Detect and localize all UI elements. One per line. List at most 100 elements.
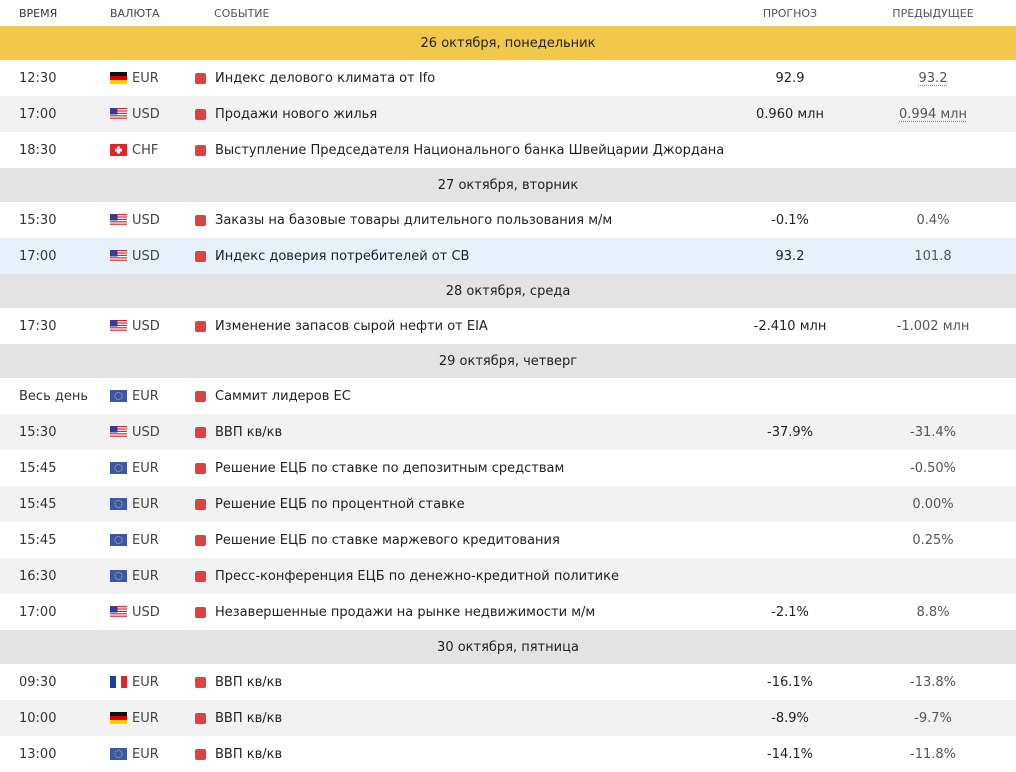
event-title[interactable]: Заказы на базовые товары длительного пол… [215,213,612,228]
high-importance-icon [195,676,206,688]
event-previous: 93.2 [850,71,1016,86]
event-title[interactable]: Незавершенные продажи на рынке недвижимо… [215,605,595,620]
currency-code: USD [132,318,160,334]
previous-value: 101.8 [914,248,952,264]
event-name: ВВП кв/кв [195,425,730,440]
event-currency: EUR [110,71,195,86]
event-currency: EUR [110,389,195,404]
event-name: Решение ЕЦБ по ставке маржевого кредитов… [195,533,730,548]
event-forecast: -8.9% [771,710,809,726]
event-forecast: -37.9% [767,424,813,440]
event-time: 13:00 [19,746,57,762]
previous-value[interactable]: 0.994 млн [899,107,967,122]
event-currency: EUR [110,533,195,548]
event-name: Выступление Председателя Национального б… [195,143,730,158]
event-previous: 101.8 [850,249,1016,264]
de-flag-icon [110,712,127,724]
event-forecast: 0.960 млн [756,106,824,122]
event-name: ВВП кв/кв [195,675,730,690]
event-row[interactable]: Весь день EUR Саммит лидеров ЕС [0,378,1016,414]
event-title[interactable]: Продажи нового жилья [215,107,377,122]
calendar-body: 26 октября, понедельник 12:30 EUR Индекс де… [0,26,1016,772]
event-row[interactable]: 12:30 EUR Индекс делового климата от Ifo 92… [0,60,1016,96]
event-previous: -11.8% [850,747,1016,762]
event-row[interactable]: 15:45 EUR Решение ЕЦБ по процентной ставке… [0,486,1016,522]
event-time: 15:45 [19,532,57,548]
event-row[interactable]: 16:30 EUR Пресс-конференция ЕЦБ по денежно… [0,558,1016,594]
event-title[interactable]: Решение ЕЦБ по процентной ставке [215,497,465,512]
event-title[interactable]: Решение ЕЦБ по ставке по депозитным сред… [215,461,564,476]
event-currency: USD [110,319,195,334]
event-name: Саммит лидеров ЕС [195,389,730,404]
previous-value: 8.8% [916,604,950,620]
event-row[interactable]: 13:00 EUR ВВП кв/кв -14.1% -11.8% [0,736,1016,772]
event-currency: EUR [110,461,195,476]
currency-code: EUR [132,746,159,762]
high-importance-icon [195,748,206,760]
previous-value[interactable]: 93.2 [919,71,948,86]
event-time: 17:30 [19,318,57,334]
event-time: 10:00 [19,710,57,726]
event-title[interactable]: Пресс-конференция ЕЦБ по денежно-кредитн… [215,569,619,584]
eu-flag-icon [110,498,127,510]
header-currency: ВАЛЮТА [110,6,160,20]
currency-code: EUR [132,532,159,548]
event-name: Решение ЕЦБ по ставке по депозитным сред… [195,461,730,476]
event-title[interactable]: ВВП кв/кв [215,425,282,440]
event-time: 12:30 [19,70,57,86]
fr-flag-icon [110,676,127,688]
event-title[interactable]: Изменение запасов сырой нефти от EIA [215,319,488,334]
event-row[interactable]: 15:45 EUR Решение ЕЦБ по ставке по депозит… [0,450,1016,486]
event-title[interactable]: Индекс доверия потребителей от CB [215,249,469,264]
event-name: Заказы на базовые товары длительного пол… [195,213,730,228]
event-currency: USD [110,425,195,440]
economic-calendar: ВРЕМЯ ВАЛЮТА СОБЫТИЕ ПРОГНОЗ ПРЕДЫДУЩЕЕ … [0,0,1016,772]
event-title[interactable]: Саммит лидеров ЕС [215,389,351,404]
day-header: 29 октября, четверг [0,344,1016,378]
event-title[interactable]: ВВП кв/кв [215,747,282,762]
event-forecast: 93.2 [775,248,805,264]
currency-code: EUR [132,568,159,584]
high-importance-icon [195,462,206,474]
eu-flag-icon [110,570,127,582]
event-row[interactable]: 10:00 EUR ВВП кв/кв -8.9% -9.7% [0,700,1016,736]
us-flag-icon [110,606,127,618]
event-previous: -1.002 млн [850,319,1016,334]
currency-code: CHF [132,142,159,158]
event-title[interactable]: Решение ЕЦБ по ставке маржевого кредитов… [215,533,560,548]
event-title[interactable]: ВВП кв/кв [215,711,282,726]
day-header: 26 октября, понедельник [0,26,1016,60]
eu-flag-icon [110,390,127,402]
previous-value: 0.25% [912,532,954,548]
previous-value: -0.50% [910,460,956,476]
event-row[interactable]: 17:00 USD Продажи нового жилья 0.960 млн 0.9… [0,96,1016,132]
event-row[interactable]: 18:30 CHF Выступление Председателя Национа… [0,132,1016,168]
event-currency: CHF [110,143,195,158]
event-row[interactable]: 15:45 EUR Решение ЕЦБ по ставке маржевого … [0,522,1016,558]
day-header: 27 октября, вторник [0,168,1016,202]
event-title[interactable]: ВВП кв/кв [215,675,282,690]
event-previous: 0.00% [850,497,1016,512]
event-row[interactable]: 15:30 USD ВВП кв/кв -37.9% -31.4% [0,414,1016,450]
event-row[interactable]: 15:30 USD Заказы на базовые товары длитель… [0,202,1016,238]
event-row[interactable]: 17:30 USD Изменение запасов сырой нефти от… [0,308,1016,344]
event-currency: USD [110,605,195,620]
previous-value: 0.4% [916,212,950,228]
currency-code: EUR [132,388,159,404]
high-importance-icon [195,390,206,402]
us-flag-icon [110,426,127,438]
event-row[interactable]: 17:00 USD Индекс доверия потребителей от C… [0,238,1016,274]
event-row[interactable]: 17:00 USD Незавершенные продажи на рынке н… [0,594,1016,630]
currency-code: USD [132,106,160,122]
currency-code: USD [132,212,160,228]
high-importance-icon [195,108,206,120]
event-title[interactable]: Выступление Председателя Национального б… [215,143,724,158]
high-importance-icon [195,250,206,262]
event-title[interactable]: Индекс делового климата от Ifo [215,71,435,86]
event-previous: 0.25% [850,533,1016,548]
event-time: 09:30 [19,674,57,690]
event-time: 17:00 [19,248,57,264]
us-flag-icon [110,214,127,226]
event-currency: USD [110,107,195,122]
event-row[interactable]: 09:30 EUR ВВП кв/кв -16.1% -13.8% [0,664,1016,700]
